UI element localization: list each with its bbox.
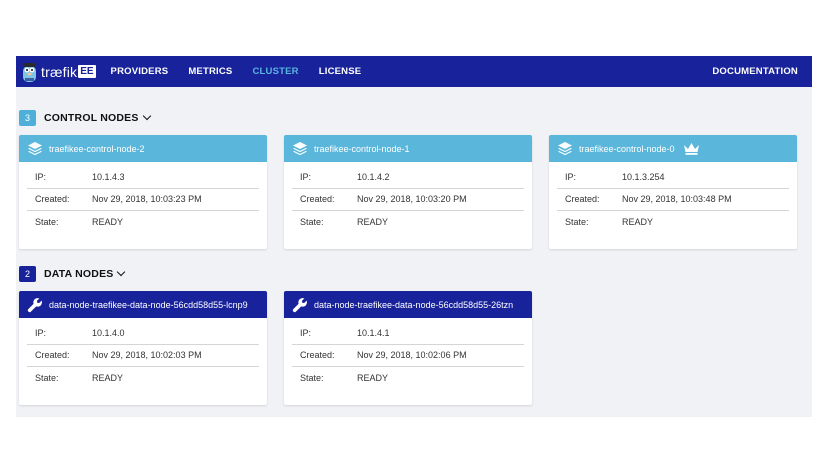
field-value: 10.1.4.0	[92, 327, 125, 338]
control-nodes-header: 3 CONTROL NODES	[19, 110, 151, 126]
layers-icon	[293, 141, 307, 155]
nav-providers[interactable]: PROVIDERS	[111, 66, 169, 77]
field-value: Nov 29, 2018, 10:03:48 PM	[622, 194, 732, 205]
field-value: 10.1.4.2	[357, 171, 390, 182]
data-node-card: data-node-traefikee-data-node-56cdd58d55…	[19, 291, 267, 405]
brand-edition-badge: EE	[78, 65, 96, 78]
created-row: Created: Nov 29, 2018, 10:03:48 PM	[557, 189, 789, 211]
created-row: Created: Nov 29, 2018, 10:02:06 PM	[292, 345, 524, 367]
card-header: traefikee-control-node-0	[549, 135, 797, 162]
chevron-down-icon	[117, 267, 126, 277]
node-name: data-node-traefikee-data-node-56cdd58d55…	[49, 299, 248, 310]
field-label: IP:	[565, 171, 577, 182]
card-body: IP: 10.1.4.0 Created: Nov 29, 2018, 10:02:…	[19, 318, 267, 390]
card-header: data-node-traefikee-data-node-56cdd58d55…	[284, 291, 532, 318]
state-row: State: READY	[292, 367, 524, 390]
card-header: traefikee-control-node-2	[19, 135, 267, 162]
control-node-card: traefikee-control-node-2 IP: 10.1.4.3 Cre…	[19, 135, 267, 249]
layers-icon	[558, 141, 572, 155]
field-label: Created:	[35, 350, 70, 361]
state-row: State: READY	[27, 211, 259, 234]
data-nodes-toggle[interactable]: DATA NODES	[44, 267, 126, 280]
field-value: READY	[92, 373, 124, 384]
field-value: 10.1.4.3	[92, 171, 125, 182]
control-nodes-title: CONTROL NODES	[44, 112, 139, 124]
field-label: IP:	[35, 327, 47, 338]
nav-cluster[interactable]: CLUSTER	[252, 66, 298, 77]
wrench-icon	[27, 297, 42, 312]
layers-icon	[28, 141, 42, 155]
field-label: State:	[35, 373, 59, 384]
node-name: traefikee-control-node-2	[49, 143, 145, 154]
field-label: Created:	[300, 350, 335, 361]
wrench-icon	[292, 297, 307, 312]
field-value: READY	[357, 217, 389, 228]
field-value: Nov 29, 2018, 10:03:23 PM	[92, 194, 202, 205]
field-label: IP:	[35, 171, 47, 182]
ip-row: IP: 10.1.4.0	[27, 322, 259, 345]
crown-icon	[683, 143, 699, 155]
app-frame: træfik EE PROVIDERS METRICS CLUSTER LICE…	[16, 56, 812, 417]
field-value: 10.1.3.254	[622, 171, 665, 182]
nav-metrics[interactable]: METRICS	[188, 66, 232, 77]
state-row: State: READY	[27, 367, 259, 390]
data-nodes-header: 2 DATA NODES	[19, 266, 126, 282]
created-row: Created: Nov 29, 2018, 10:03:23 PM	[27, 189, 259, 211]
ip-row: IP: 10.1.4.3	[27, 166, 259, 189]
top-navbar: træfik EE PROVIDERS METRICS CLUSTER LICE…	[16, 56, 812, 87]
ip-row: IP: 10.1.3.254	[557, 166, 789, 189]
nav-documentation[interactable]: DOCUMENTATION	[712, 66, 798, 77]
field-label: State:	[35, 217, 59, 228]
card-header: data-node-traefikee-data-node-56cdd58d55…	[19, 291, 267, 318]
node-name: traefikee-control-node-0	[579, 143, 675, 154]
field-label: Created:	[565, 194, 600, 205]
field-value: Nov 29, 2018, 10:02:06 PM	[357, 350, 467, 361]
field-value: READY	[622, 217, 654, 228]
field-value: 10.1.4.1	[357, 327, 390, 338]
field-label: State:	[300, 373, 324, 384]
field-label: State:	[565, 217, 589, 228]
card-body: IP: 10.1.4.2 Created: Nov 29, 2018, 10:03:…	[284, 162, 532, 234]
ip-row: IP: 10.1.4.1	[292, 322, 524, 345]
brand-name: træfik	[41, 63, 78, 80]
card-header: traefikee-control-node-1	[284, 135, 532, 162]
created-row: Created: Nov 29, 2018, 10:02:03 PM	[27, 345, 259, 367]
gopher-logo-icon	[23, 62, 36, 82]
field-label: Created:	[35, 194, 70, 205]
field-label: IP:	[300, 327, 312, 338]
state-row: State: READY	[557, 211, 789, 234]
chevron-down-icon	[142, 111, 151, 121]
control-nodes-toggle[interactable]: CONTROL NODES	[44, 111, 151, 124]
state-row: State: READY	[292, 211, 524, 234]
data-nodes-count-badge: 2	[19, 266, 36, 282]
card-body: IP: 10.1.3.254 Created: Nov 29, 2018, 10:0…	[549, 162, 797, 234]
field-value: READY	[357, 373, 389, 384]
field-value: Nov 29, 2018, 10:02:03 PM	[92, 350, 202, 361]
field-label: Created:	[300, 194, 335, 205]
field-label: IP:	[300, 171, 312, 182]
card-body: IP: 10.1.4.1 Created: Nov 29, 2018, 10:02:…	[284, 318, 532, 390]
control-node-card: traefikee-control-node-1 IP: 10.1.4.2 Cre…	[284, 135, 532, 249]
field-label: State:	[300, 217, 324, 228]
ip-row: IP: 10.1.4.2	[292, 166, 524, 189]
nav-license[interactable]: LICENSE	[319, 66, 362, 77]
card-body: IP: 10.1.4.3 Created: Nov 29, 2018, 10:03:…	[19, 162, 267, 234]
main-nav: PROVIDERS METRICS CLUSTER LICENSE	[111, 56, 382, 87]
data-node-card: data-node-traefikee-data-node-56cdd58d55…	[284, 291, 532, 405]
field-value: Nov 29, 2018, 10:03:20 PM	[357, 194, 467, 205]
node-name: traefikee-control-node-1	[314, 143, 410, 154]
control-node-card: traefikee-control-node-0 IP: 10.1.3.254 C…	[549, 135, 797, 249]
created-row: Created: Nov 29, 2018, 10:03:20 PM	[292, 189, 524, 211]
node-name: data-node-traefikee-data-node-56cdd58d55…	[314, 299, 514, 310]
field-value: READY	[92, 217, 124, 228]
data-nodes-title: DATA NODES	[44, 268, 114, 280]
brand-logo[interactable]: træfik EE	[22, 56, 96, 87]
control-nodes-count-badge: 3	[19, 110, 36, 126]
